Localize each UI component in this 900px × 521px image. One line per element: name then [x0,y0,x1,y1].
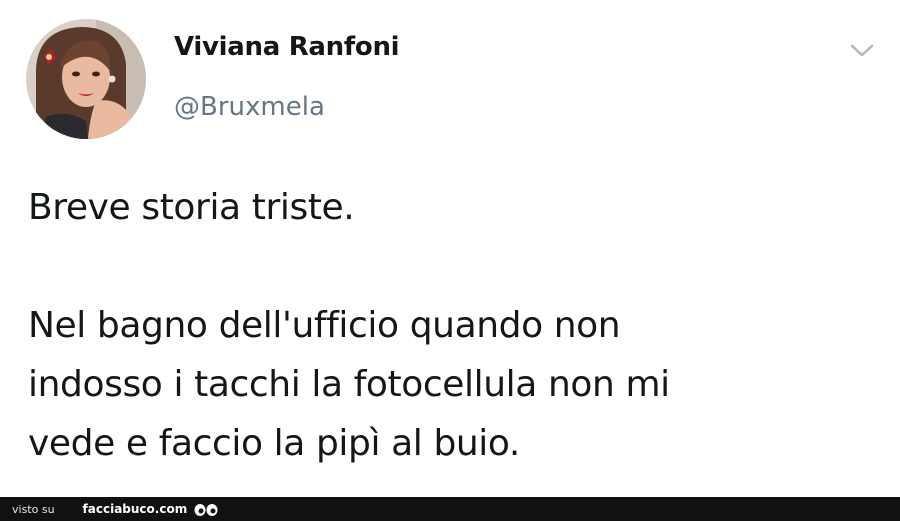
watermark-footer: visto su facciabuco.com [0,497,900,521]
tweet-text-line: indosso i tacchi la fotocellula non mi [28,364,670,405]
tweet-text: Breve storia triste. Nel bagno dell'uffi… [28,178,878,473]
eyes-icon [193,502,219,516]
chevron-down-icon[interactable] [848,40,876,62]
avatar[interactable] [26,19,146,139]
tweet-text-line: vede e faccio la pipì al buio. [28,423,520,464]
author-display-name[interactable]: Viviana Ranfoni [174,32,400,62]
footer-site-link[interactable]: facciabuco.com [83,502,188,516]
tweet-text-line: Breve storia triste. [28,187,355,228]
footer-prefix: visto su [12,502,55,516]
avatar-image [26,19,146,139]
author-handle[interactable]: @Bruxmela [174,92,325,122]
tweet-text-line: Nel bagno dell'ufficio quando non [28,305,621,346]
tweet-text-blank-line [28,237,878,296]
tweet-screenshot: Viviana Ranfoni @Bruxmela Breve storia t… [0,0,900,521]
